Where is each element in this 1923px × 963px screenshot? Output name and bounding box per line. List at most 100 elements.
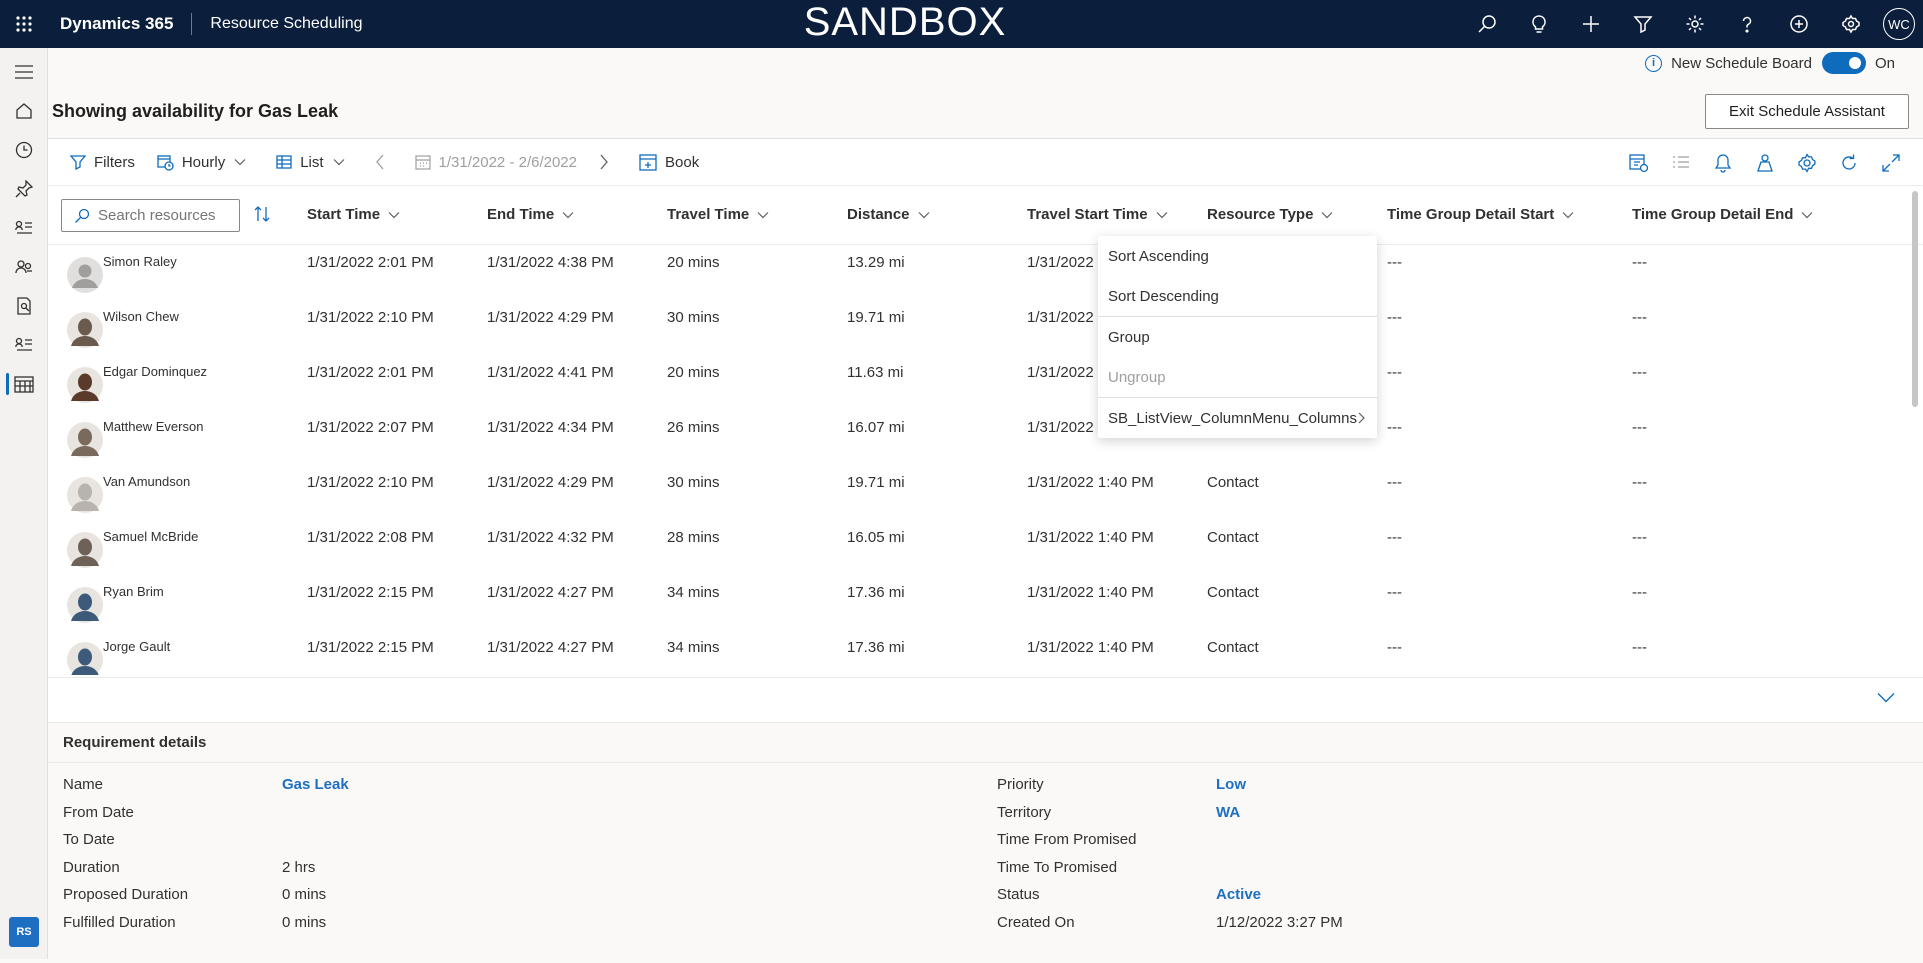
- sort-descending-menu-item[interactable]: Sort Descending: [1098, 276, 1377, 316]
- chevron-down-icon[interactable]: [757, 211, 769, 219]
- pin-icon[interactable]: [0, 169, 48, 208]
- col-time-group-detail-start-header[interactable]: Time Group Detail Start: [1387, 206, 1574, 223]
- filters-button[interactable]: Filters: [70, 154, 135, 171]
- col-distance-header[interactable]: Distance: [847, 206, 930, 223]
- help-icon[interactable]: [1721, 0, 1773, 48]
- col-start-time-header[interactable]: Start Time: [307, 206, 400, 223]
- cell-travel: 20 mins: [667, 364, 720, 381]
- requirement-field-link[interactable]: WA: [1216, 804, 1240, 821]
- sort-icon[interactable]: [253, 205, 271, 223]
- table-row[interactable]: Simon Raley 1/31/2022 2:01 PM 1/31/2022 4:…: [48, 245, 1923, 300]
- previous-range-button[interactable]: [375, 154, 393, 170]
- list-dropdown[interactable]: List: [276, 154, 352, 171]
- resource-cell[interactable]: Van Amundson: [67, 469, 190, 513]
- table-row[interactable]: Jorge Gault 1/31/2022 2:15 PM 1/31/2022 4:…: [48, 630, 1923, 675]
- settings-gear-icon[interactable]: [1797, 152, 1817, 173]
- add-circle-icon[interactable]: [1773, 0, 1825, 48]
- col-resource-type-header[interactable]: Resource Type: [1207, 206, 1333, 223]
- bell-icon[interactable]: [1713, 153, 1733, 173]
- new-board-switch[interactable]: [1821, 52, 1866, 74]
- resource-cell[interactable]: Jorge Gault: [67, 634, 170, 675]
- requirement-field-link[interactable]: Active: [1216, 886, 1261, 903]
- requirement-field-link[interactable]: Low: [1216, 776, 1246, 793]
- table-row[interactable]: Samuel McBride 1/31/2022 2:08 PM 1/31/2022…: [48, 520, 1923, 575]
- next-range-button[interactable]: [599, 154, 617, 170]
- expand-icon[interactable]: [1881, 153, 1901, 173]
- area-switcher-badge[interactable]: RS: [9, 917, 39, 947]
- table-row[interactable]: Van Amundson 1/31/2022 2:10 PM 1/31/2022 4…: [48, 465, 1923, 520]
- chevron-down-icon[interactable]: [562, 211, 574, 219]
- resource-name[interactable]: Edgar Dominquez: [103, 364, 207, 379]
- list-view-icon[interactable]: [1671, 153, 1691, 173]
- table-row[interactable]: Edgar Dominquez 1/31/2022 2:01 PM 1/31/202…: [48, 355, 1923, 410]
- app-name[interactable]: Resource Scheduling: [210, 15, 362, 33]
- map-pin-person-icon[interactable]: [1755, 153, 1775, 173]
- info-icon[interactable]: i: [1645, 54, 1663, 72]
- requirement-field-label: Territory: [997, 803, 1052, 821]
- lightbulb-icon[interactable]: [1513, 0, 1565, 48]
- resources-icon[interactable]: [0, 247, 48, 286]
- chevron-down-icon[interactable]: [388, 211, 400, 219]
- col-end-time-header[interactable]: End Time: [487, 206, 574, 223]
- resource-name[interactable]: Wilson Chew: [103, 309, 179, 324]
- cell-tg-end: ---: [1632, 419, 1647, 436]
- cell-end: 1/31/2022 4:29 PM: [487, 474, 614, 491]
- search-icon[interactable]: [1461, 0, 1513, 48]
- avatar: [67, 477, 103, 513]
- resource-name[interactable]: Ryan Brim: [103, 584, 164, 599]
- table-row[interactable]: Wilson Chew 1/31/2022 2:10 PM 1/31/2022 4:…: [48, 300, 1923, 355]
- resource-cell[interactable]: Samuel McBride: [67, 524, 198, 568]
- resource-cell[interactable]: Edgar Dominquez: [67, 359, 207, 403]
- resource-cell[interactable]: Wilson Chew: [67, 304, 179, 348]
- hourly-dropdown[interactable]: Hourly: [157, 154, 254, 171]
- date-range-picker[interactable]: 1/31/2022 - 2/6/2022: [414, 154, 577, 171]
- home-icon[interactable]: [0, 91, 48, 130]
- chevron-down-icon[interactable]: [1156, 211, 1168, 219]
- plus-icon[interactable]: [1565, 0, 1617, 48]
- resource-cell[interactable]: Ryan Brim: [67, 579, 164, 623]
- col-travel-start-time-header[interactable]: Travel Start Time: [1027, 206, 1168, 223]
- cell-end: 1/31/2022 4:27 PM: [487, 639, 614, 656]
- user-avatar[interactable]: WC: [1883, 8, 1915, 40]
- resource-name[interactable]: Samuel McBride: [103, 529, 198, 544]
- chevron-down-icon[interactable]: [1801, 211, 1813, 219]
- brand-name[interactable]: Dynamics 365: [60, 13, 193, 35]
- search-resources-box[interactable]: [61, 199, 240, 232]
- chevron-down-icon[interactable]: [1321, 211, 1333, 219]
- exit-schedule-assistant-button[interactable]: Exit Schedule Assistant: [1705, 94, 1909, 129]
- col-travel-time-header[interactable]: Travel Time: [667, 206, 769, 223]
- resource-cell[interactable]: Simon Raley: [67, 249, 177, 293]
- requirement-field-label: To Date: [63, 831, 115, 848]
- sort-ascending-menu-item[interactable]: Sort Ascending: [1098, 236, 1377, 276]
- table-row[interactable]: Ryan Brim 1/31/2022 2:15 PM 1/31/2022 4:27…: [48, 575, 1923, 630]
- requirement-field-link[interactable]: Gas Leak: [282, 776, 349, 793]
- resource-name[interactable]: Van Amundson: [103, 474, 190, 489]
- refresh-icon[interactable]: [1839, 153, 1859, 173]
- chevron-down-icon[interactable]: [918, 211, 930, 219]
- resource-details-icon[interactable]: [1629, 153, 1649, 173]
- schedule-board-icon[interactable]: [0, 364, 48, 403]
- hamburger-menu-icon[interactable]: [0, 52, 48, 91]
- group-menu-item[interactable]: Group: [1098, 317, 1377, 357]
- col-time-group-detail-end-header[interactable]: Time Group Detail End: [1632, 206, 1813, 223]
- app-launcher-icon[interactable]: [0, 0, 48, 48]
- gear-icon[interactable]: [1669, 0, 1721, 48]
- chevron-down-icon[interactable]: [1562, 211, 1574, 219]
- vertical-scrollbar[interactable]: [1912, 191, 1918, 407]
- resource-cell[interactable]: Matthew Everson: [67, 414, 203, 458]
- puzzle-gear-icon[interactable]: [1825, 0, 1877, 48]
- contacts-list-icon[interactable]: [0, 208, 48, 247]
- columns-menu-item[interactable]: SB_ListView_ColumnMenu_Columns: [1098, 398, 1377, 438]
- chevron-down-icon[interactable]: [1877, 692, 1895, 703]
- table-row[interactable]: Matthew Everson 1/31/2022 2:07 PM 1/31/202…: [48, 410, 1923, 465]
- search-resources-input[interactable]: [98, 207, 228, 224]
- resource-name[interactable]: Matthew Everson: [103, 419, 203, 434]
- book-button[interactable]: Book: [639, 154, 699, 171]
- cell-travel-start: 1/31/2022 1:40 PM: [1027, 584, 1154, 601]
- resource-name[interactable]: Simon Raley: [103, 254, 177, 269]
- filter-icon[interactable]: [1617, 0, 1669, 48]
- requirements-icon[interactable]: [0, 286, 48, 325]
- recent-icon[interactable]: [0, 130, 48, 169]
- resource-name[interactable]: Jorge Gault: [103, 639, 170, 654]
- bookings-list-icon[interactable]: [0, 325, 48, 364]
